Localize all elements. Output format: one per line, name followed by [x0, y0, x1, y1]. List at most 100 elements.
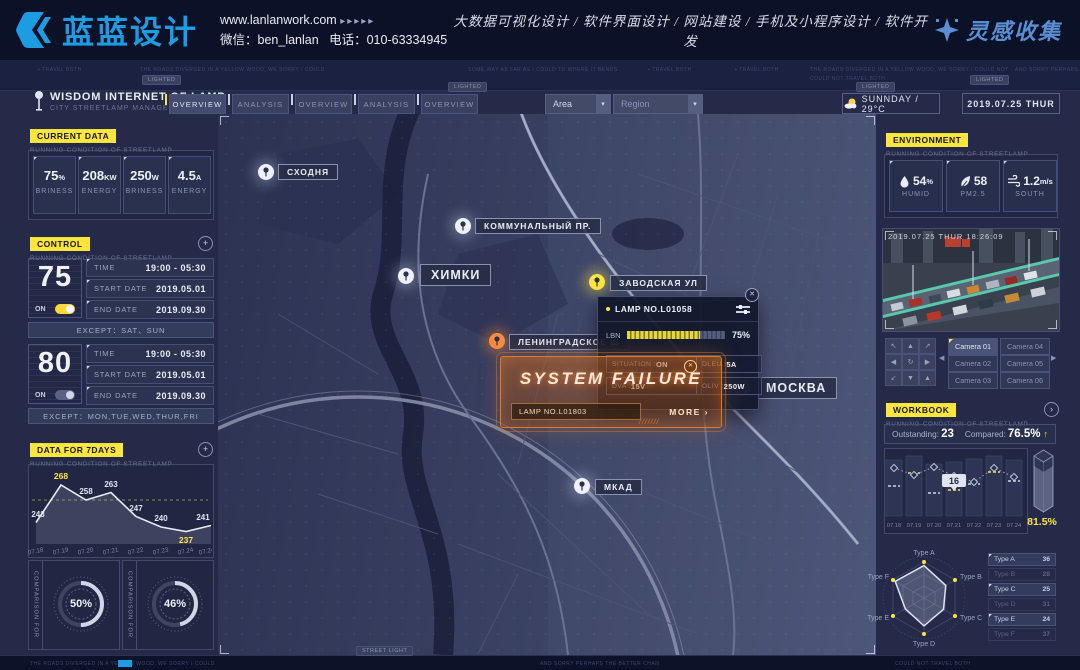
map-pin-khimki[interactable] — [398, 268, 414, 284]
time-row: TIME19:00 - 05:30 — [86, 258, 214, 277]
map-label-zavodskaya[interactable]: ЗАВОДСКАЯ УЛ — [610, 275, 707, 291]
website-link[interactable]: www.lanlanwork.com — [220, 13, 337, 27]
tab-analysis-1[interactable]: ANALYSIS — [232, 94, 289, 114]
weather-text: SUNNDAY / 29°C — [862, 94, 939, 114]
camera-pan-down-left[interactable]: ↙ — [885, 370, 902, 386]
type-row-b[interactable]: Type B28 — [988, 568, 1056, 581]
current-data-label: CURRENT DATA — [30, 129, 116, 143]
video-timestamp: 2019.07.25 THUR 18:26:09 — [888, 232, 1004, 241]
deco-text: AND SORRY PERHAPS THE BETTER CHAN — [540, 661, 659, 667]
type-row-f[interactable]: Type F37 — [988, 628, 1056, 641]
svg-text:07.21: 07.21 — [947, 523, 962, 529]
type-row-e[interactable]: Type E24 — [988, 613, 1056, 626]
blue-chip-decor — [118, 660, 132, 667]
sparkle-icon — [934, 17, 960, 43]
lighted-tag: LIGHTED — [448, 82, 487, 92]
date-text: 2019.07.25 THUR — [967, 99, 1055, 109]
map-pin-kommunalny[interactable] — [455, 218, 471, 234]
type-row-a[interactable]: Type A36 — [988, 553, 1056, 566]
camera-04-button[interactable]: Camera 04 — [1000, 338, 1050, 355]
svg-text:268: 268 — [54, 471, 68, 481]
lamp-group2-toggle[interactable] — [55, 390, 75, 400]
except-bar-1: EXCEPT：SAT、SUN — [28, 322, 214, 338]
popup-close-icon[interactable]: ✕ — [745, 288, 759, 302]
svg-text:07.23: 07.23 — [152, 546, 169, 556]
svg-text:07.20: 07.20 — [77, 546, 94, 556]
deco-text: ▪ TRAVEL BOTH — [648, 67, 692, 73]
svg-text:07.18: 07.18 — [887, 523, 902, 529]
environment-label: ENVIRONMENT — [886, 133, 968, 147]
tab-overview-1[interactable]: OVERVIEW — [169, 94, 226, 114]
svg-text:Type E: Type E — [867, 615, 889, 622]
map-pin-leningradskoe[interactable] — [489, 333, 505, 349]
week-expand-button[interactable]: + — [198, 442, 213, 457]
camera-pan-down[interactable]: ▼ — [902, 370, 919, 386]
alert-close-icon[interactable]: ✕ — [684, 360, 697, 373]
brightness-level-1: 75 ON — [28, 258, 82, 318]
lamp-group1-toggle[interactable] — [55, 304, 75, 314]
workbook-next-button[interactable]: › — [1044, 402, 1059, 417]
sliders-icon[interactable] — [736, 304, 750, 314]
map-label-skhodnya[interactable]: СХОДНЯ — [278, 164, 338, 180]
camera-list-prev[interactable]: ◀ — [939, 354, 944, 362]
map-pin-mkad[interactable] — [574, 478, 590, 494]
svg-text:07.22: 07.22 — [967, 523, 982, 529]
camera-list-next[interactable]: ▶ — [1051, 354, 1056, 362]
svg-text:Type C: Type C — [960, 615, 982, 622]
more-button[interactable]: MORE › — [669, 403, 709, 420]
camera-reset[interactable]: ↻ — [902, 354, 919, 370]
map-label-kommunalny[interactable]: КОММУНАЛЬНЫЙ ПР. — [475, 218, 601, 234]
camera-pan-up[interactable]: ▲ — [902, 338, 919, 354]
end-date-row: END DATE2019.09.30 — [86, 300, 214, 319]
tab-overview-2[interactable]: OVERVIEW — [295, 94, 352, 114]
droplet-icon — [899, 175, 910, 188]
map-label-mkad[interactable]: МКАД — [595, 479, 642, 495]
lamp-popup-title: LAMP NO.L01058 — [615, 304, 736, 314]
comparison-gauge-2: COMPARISON FOR 46% — [122, 560, 214, 650]
workbook-stats-row: Outstanding23 Compared76.5% ↑ — [884, 424, 1056, 444]
lighted-tag: LIGHTED — [856, 82, 895, 92]
tab-overview-3[interactable]: OVERVIEW — [421, 94, 478, 114]
camera-pan-down-right[interactable]: ▲ — [919, 370, 936, 386]
camera-video-feed[interactable]: 2019.07.25 THUR 18:26:09 — [882, 228, 1060, 332]
camera-pan-left[interactable]: ◀ — [885, 354, 902, 370]
map-label-moskva[interactable]: МОСКВА — [755, 377, 837, 399]
type-row-d[interactable]: Type D31 — [988, 598, 1056, 611]
lbn-value: 75% — [732, 330, 750, 340]
camera-01-button[interactable]: Camera 01 — [948, 338, 998, 355]
tab-analysis-2[interactable]: ANALYSIS — [358, 94, 415, 114]
wind-icon — [1007, 175, 1020, 187]
camera-pan-right[interactable]: ▶ — [919, 354, 936, 370]
area-select[interactable]: Area▾ — [545, 94, 611, 114]
traffic-scene — [883, 229, 1059, 331]
contact-info: www.lanlanwork.com ▸▸▸▸▸ 微信：ben_lanlan 电… — [220, 11, 447, 50]
deco-strip: ▪ TRAVEL BOTH THE ROADS DIVERGED IN A YE… — [0, 60, 1080, 91]
region-select[interactable]: Region▾ — [613, 94, 703, 114]
map-label-khimki[interactable]: ХИМКИ — [420, 264, 491, 286]
workbook-label: WORKBOOK — [886, 403, 956, 417]
lighted-tag: LIGHTED — [142, 75, 181, 85]
camera-06-button[interactable]: Camera 06 — [1000, 372, 1050, 389]
stat-briness-w: 250W BRINESS — [123, 156, 166, 214]
type-row-c[interactable]: Type C25 — [988, 583, 1056, 596]
camera-05-button[interactable]: Camera 05 — [1000, 355, 1050, 372]
camera-03-button[interactable]: Camera 03 — [948, 372, 998, 389]
street-light-tag: STREET LIGHT — [356, 646, 413, 656]
smart-streetlamp-dashboard: 蓝蓝设计 www.lanlanwork.com ▸▸▸▸▸ 微信：ben_lan… — [0, 0, 1080, 670]
lbn-progressbar — [627, 331, 725, 339]
control-expand-button[interactable]: + — [198, 236, 213, 251]
camera-pan-up-right[interactable]: ↗ — [919, 338, 936, 354]
svg-text:Type F: Type F — [868, 574, 889, 581]
map-pin-zavodskaya[interactable] — [589, 274, 605, 290]
sun-cloud-icon — [843, 97, 857, 110]
map-pin-skhodnya[interactable] — [258, 164, 274, 180]
svg-text:243: 243 — [31, 510, 45, 519]
camera-02-button[interactable]: Camera 02 — [948, 355, 998, 372]
type-radar-chart: Type A Type B Type C Type D Type E Type … — [866, 546, 986, 652]
deco-text: ▪ TRAVEL BOTH — [38, 67, 82, 73]
camera-pan-up-left[interactable]: ↖ — [885, 338, 902, 354]
inspiration-collect[interactable]: 灵感收集 — [934, 14, 1062, 46]
svg-text:07.23: 07.23 — [987, 523, 1002, 529]
leaf-icon — [959, 175, 971, 188]
deco-text: AND SORRY PERHAPS THE BETTER CHAN, BECAU… — [1015, 67, 1080, 73]
